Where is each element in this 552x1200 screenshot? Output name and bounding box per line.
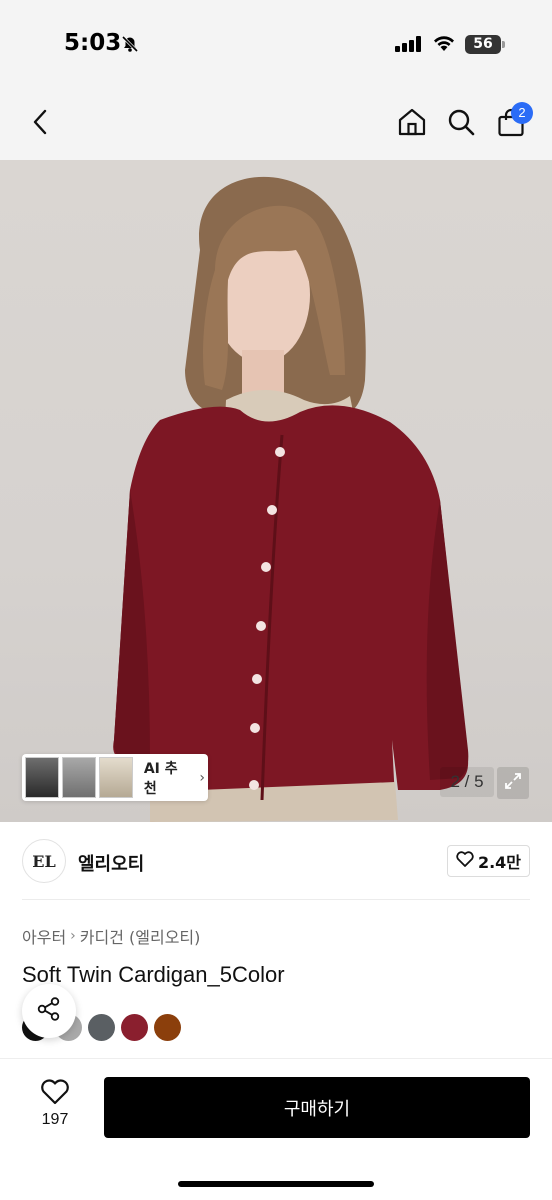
share-icon [36, 996, 62, 1026]
share-button[interactable] [22, 984, 76, 1038]
expand-icon [503, 771, 523, 795]
brand-like-count: 2.4만 [477, 853, 522, 872]
brand-row: EL 엘리오티 2.4만 [22, 822, 530, 900]
product-title: Soft Twin Cardigan_5Color [22, 962, 285, 987]
home-icon [397, 107, 427, 141]
status-bar: 5:03 56 [0, 0, 552, 90]
cellular-signal-icon [395, 36, 423, 56]
buy-button[interactable]: 구매하기 [104, 1077, 530, 1138]
chevron-left-icon [32, 109, 48, 139]
breadcrumb-parent[interactable]: 아우터 [22, 924, 66, 948]
brand-like-button[interactable]: 2.4만 [447, 845, 530, 877]
chevron-right-icon: › [199, 769, 206, 786]
product-photo [113, 176, 469, 822]
ai-recommend-chip[interactable]: AI 추천 › [22, 754, 208, 801]
ai-recommend-label: AI 추천 [143, 760, 178, 797]
cart-count-badge: 2 [511, 102, 533, 124]
battery-icon: 56 [465, 35, 505, 54]
recommend-thumbnail [98, 757, 133, 798]
home-button[interactable] [392, 104, 432, 144]
color-swatch[interactable] [121, 1014, 148, 1041]
back-button[interactable] [20, 104, 60, 144]
expand-image-button[interactable] [497, 767, 529, 799]
heart-icon [456, 851, 474, 871]
brand-logo[interactable]: EL [22, 839, 66, 883]
breadcrumb: 아우터 › 카디건 (엘리오티) [22, 924, 200, 948]
breadcrumb-child[interactable]: 카디건 (엘리오티) [80, 924, 201, 948]
color-swatch[interactable] [154, 1014, 181, 1041]
wishlist-button[interactable]: 197 [30, 1079, 80, 1129]
home-indicator [178, 1181, 374, 1187]
recommend-thumbnail [25, 757, 59, 798]
product-image-carousel[interactable]: AI 추천 › 2 / 5 [0, 160, 552, 822]
search-button[interactable] [441, 104, 481, 144]
bottom-action-bar: 197 구매하기 [0, 1058, 552, 1200]
wifi-icon [432, 34, 456, 56]
heart-icon [40, 1079, 70, 1109]
chevron-right-icon: › [70, 928, 76, 944]
wishlist-count: 197 [41, 1111, 69, 1128]
silent-bell-icon [120, 34, 140, 58]
cart-button[interactable]: 2 [491, 102, 533, 144]
image-counter: 2 / 5 [440, 767, 494, 797]
status-time: 5:03 [64, 30, 122, 56]
top-navigation: 2 [0, 90, 552, 160]
color-swatch[interactable] [88, 1014, 115, 1041]
search-icon [447, 108, 475, 140]
brand-name[interactable]: 엘리오티 [78, 850, 144, 876]
recommend-thumbnail [61, 757, 96, 798]
